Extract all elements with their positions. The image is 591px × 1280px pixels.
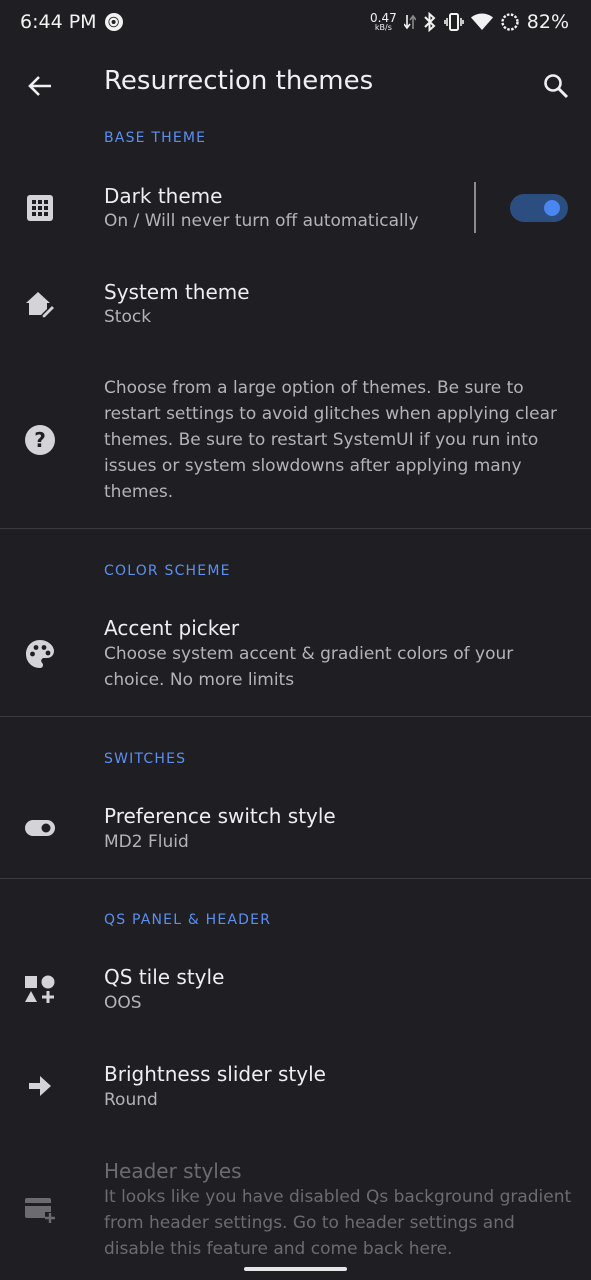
wifi-icon (470, 13, 493, 31)
palette-icon (22, 636, 58, 672)
search-icon (544, 74, 569, 99)
toggle-icon (22, 810, 58, 846)
arrow-right-icon (22, 1068, 58, 1104)
vertical-divider (474, 182, 476, 233)
system-theme-summary: Stock (104, 307, 152, 327)
app-bar: Resurrection themes (0, 44, 591, 126)
qs-tile-style-title: QS tile style (104, 965, 225, 989)
switch-knob (544, 200, 560, 216)
accent-picker-title: Accent picker (104, 616, 240, 640)
home-edit-icon (22, 286, 58, 322)
back-button[interactable] (22, 68, 58, 104)
brightness-slider-title: Brightness slider style (104, 1062, 326, 1086)
data-saver-icon: ⦿ (104, 13, 123, 31)
accent-picker-summary: Choose system accent & gradient colors o… (104, 644, 514, 690)
section-header-color-scheme: COLOR SCHEME (104, 563, 231, 579)
brightness-slider-summary: Round (104, 1090, 158, 1110)
system-theme-title: System theme (104, 280, 250, 304)
svg-text:?: ? (34, 428, 46, 452)
status-bar: 6:44 PM ⦿ 0.47 kB/s 82% (0, 0, 591, 44)
preference-switch-item[interactable]: Preference switch style MD2 Fluid (0, 792, 591, 870)
header-styles-item: Header styles It looks like you have dis… (0, 1146, 591, 1266)
qs-tile-style-summary: OOS (104, 993, 142, 1013)
help-icon: ? (22, 422, 58, 458)
accent-picker-item[interactable]: Accent picker Choose system accent & gra… (0, 604, 591, 704)
info-text: Choose from a large option of themes. Be… (104, 378, 558, 502)
network-speed: 0.47 kB/s (370, 11, 397, 32)
grid-icon (22, 190, 58, 226)
page-title: Resurrection themes (104, 66, 374, 96)
add-card-icon (22, 1192, 58, 1228)
section-header-qs-panel: QS PANEL & HEADER (104, 912, 272, 928)
vibrate-icon (443, 13, 464, 31)
dark-theme-title: Dark theme (104, 184, 223, 208)
shapes-icon (22, 971, 58, 1007)
battery-ring-icon (500, 12, 520, 32)
system-theme-item[interactable]: System theme Stock (0, 268, 591, 346)
info-item: ? Choose from a large option of themes. … (0, 370, 591, 520)
qs-tile-style-item[interactable]: QS tile style OOS (0, 953, 591, 1031)
dark-theme-item[interactable]: Dark theme On / Will never turn off auto… (0, 170, 591, 248)
battery-percent: 82% (526, 11, 569, 33)
bluetooth-icon (423, 12, 437, 32)
divider (0, 528, 591, 529)
updown-arrows-icon (403, 13, 416, 31)
section-header-base-theme: BASE THEME (104, 130, 207, 146)
dark-theme-switch[interactable] (510, 194, 568, 222)
divider (0, 716, 591, 717)
divider (0, 878, 591, 879)
status-time: 6:44 PM (20, 11, 97, 33)
brightness-slider-item[interactable]: Brightness slider style Round (0, 1050, 591, 1128)
header-styles-summary: It looks like you have disabled Qs backg… (104, 1187, 572, 1259)
preference-switch-summary: MD2 Fluid (104, 832, 189, 852)
section-header-switches: SWITCHES (104, 751, 187, 767)
arrow-back-icon (28, 76, 51, 96)
header-styles-title: Header styles (104, 1159, 242, 1183)
dark-theme-summary: On / Will never turn off automatically (104, 211, 419, 231)
gesture-nav-handle[interactable] (244, 1267, 347, 1271)
search-button[interactable] (536, 66, 576, 106)
preference-switch-title: Preference switch style (104, 804, 336, 828)
